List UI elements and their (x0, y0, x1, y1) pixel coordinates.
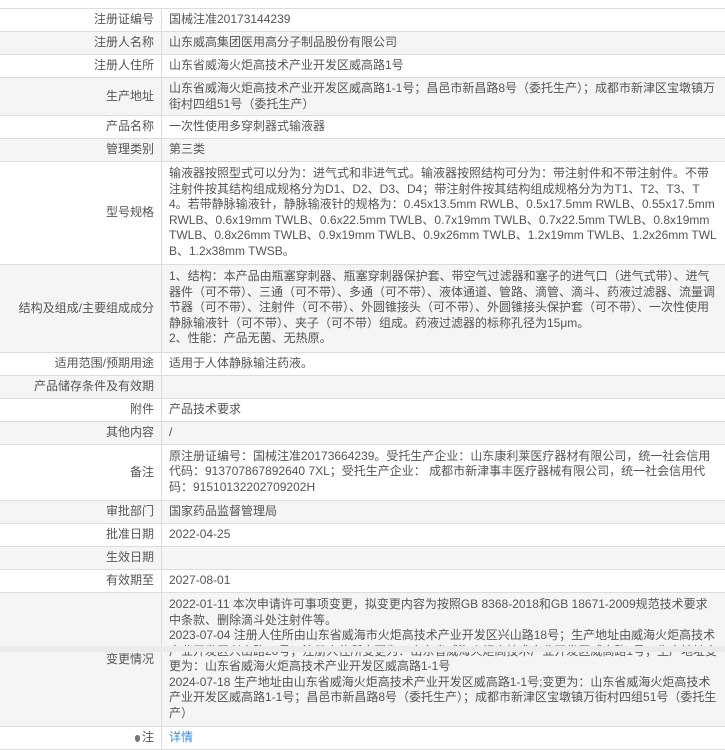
field-label: 型号规格 (0, 162, 162, 265)
field-value: 详情 (162, 727, 725, 750)
row-product-name: 产品名称 一次性使用多穿刺器式输液器 (0, 116, 725, 139)
field-label: 产品储存条件及有效期 (0, 375, 162, 398)
row-structure-composition: 结构及组成/主要组成成分 1、结构：本产品由瓶塞穿刺器、瓶塞穿刺器保护套、带空气… (0, 265, 725, 353)
change-entry: 2024-07-18 生产地址由山东省威海火炬高技术产业开发区威高路1-1号;变… (169, 675, 718, 722)
row-attachment: 附件 产品技术要求 (0, 398, 725, 421)
row-change-history: 变更情况 2022-01-11 本次申请许可事项变更，拟变更内容为按照GB 83… (0, 593, 725, 727)
field-value: / (162, 421, 725, 444)
row-management-category: 管理类别 第三类 (0, 139, 725, 162)
page-footer-bar (0, 646, 725, 652)
field-label: 有效期至 (0, 570, 162, 593)
field-value: 山东威高集团医用高分子制品股份有限公司 (162, 32, 725, 55)
field-label: 生产地址 (0, 78, 162, 116)
row-other-content: 其他内容 / (0, 421, 725, 444)
field-label: 批准日期 (0, 524, 162, 547)
row-effective-date: 生效日期 (0, 547, 725, 570)
field-value: 第三类 (162, 139, 725, 162)
structure-text: 1、结构：本产品由瓶塞穿刺器、瓶塞穿刺器保护套、带空气过滤器和塞子的进气口（进气… (169, 269, 718, 331)
field-label: 生效日期 (0, 547, 162, 570)
row-approval-department: 审批部门 国家药品监督管理局 (0, 501, 725, 524)
field-value: 2022-04-25 (162, 524, 725, 547)
field-value: 2022-01-11 本次申请许可事项变更，拟变更内容为按照GB 8368-20… (162, 593, 725, 727)
field-label: 结构及组成/主要组成成分 (0, 265, 162, 353)
row-storage-conditions: 产品储存条件及有效期 (0, 375, 725, 398)
field-value: 适用于人体静脉输注药液。 (162, 352, 725, 375)
field-value: 原注册证编号：国械注准20173664239。受托生产企业：山东康利莱医疗器材有… (162, 444, 725, 501)
performance-text: 2、性能：产品无菌、无热原。 (169, 331, 718, 347)
field-value: 山东省威海火炬高技术产业开发区威高路1-1号；昌邑市新昌路8号（委托生产）；成都… (162, 78, 725, 116)
field-label: 注册人住所 (0, 55, 162, 78)
pin-icon (135, 735, 140, 742)
field-value: 产品技术要求 (162, 398, 725, 421)
registration-table: 注册证编号 国械注准20173144239 注册人名称 山东威高集团医用高分子制… (0, 8, 725, 750)
field-label: 注册人名称 (0, 32, 162, 55)
field-label: 管理类别 (0, 139, 162, 162)
row-production-address: 生产地址 山东省威海火炬高技术产业开发区威高路1-1号；昌邑市新昌路8号（委托生… (0, 78, 725, 116)
row-registrant-name: 注册人名称 山东威高集团医用高分子制品股份有限公司 (0, 32, 725, 55)
change-entry: 2022-01-11 本次申请许可事项变更，拟变更内容为按照GB 8368-20… (169, 597, 718, 628)
field-value: 1、结构：本产品由瓶塞穿刺器、瓶塞穿刺器保护套、带空气过滤器和塞子的进气口（进气… (162, 265, 725, 353)
note-label: 注 (142, 730, 154, 744)
field-value: 山东省威海火炬高技术产业开发区威高路1号 (162, 55, 725, 78)
row-remarks: 备注 原注册证编号：国械注准20173664239。受托生产企业：山东康利莱医疗… (0, 444, 725, 501)
row-note: 注 详情 (0, 727, 725, 750)
field-value: 2027-08-01 (162, 570, 725, 593)
row-intended-use: 适用范围/预期用途 适用于人体静脉输注药液。 (0, 352, 725, 375)
field-value: 一次性使用多穿刺器式输液器 (162, 116, 725, 139)
field-label: 其他内容 (0, 421, 162, 444)
row-registrant-address: 注册人住所 山东省威海火炬高技术产业开发区威高路1号 (0, 55, 725, 78)
details-link[interactable]: 详情 (169, 730, 193, 744)
field-value (162, 547, 725, 570)
field-label: 注 (0, 727, 162, 750)
field-value (162, 375, 725, 398)
field-value: 国械注准20173144239 (162, 9, 725, 32)
field-value: 输液器按照型式可以分为：进气式和非进气式。输液器按照结构可分为：带注射件和不带注… (162, 162, 725, 265)
row-approval-date: 批准日期 2022-04-25 (0, 524, 725, 547)
field-label: 审批部门 (0, 501, 162, 524)
row-expiry-date: 有效期至 2027-08-01 (0, 570, 725, 593)
row-registration-number: 注册证编号 国械注准20173144239 (0, 9, 725, 32)
field-label: 适用范围/预期用途 (0, 352, 162, 375)
field-label: 变更情况 (0, 593, 162, 727)
row-model-spec: 型号规格 输液器按照型式可以分为：进气式和非进气式。输液器按照结构可分为：带注射… (0, 162, 725, 265)
field-label: 备注 (0, 444, 162, 501)
field-label: 产品名称 (0, 116, 162, 139)
field-label: 注册证编号 (0, 9, 162, 32)
field-value: 国家药品监督管理局 (162, 501, 725, 524)
registration-detail: 注册证编号 国械注准20173144239 注册人名称 山东威高集团医用高分子制… (0, 8, 725, 750)
field-label: 附件 (0, 398, 162, 421)
